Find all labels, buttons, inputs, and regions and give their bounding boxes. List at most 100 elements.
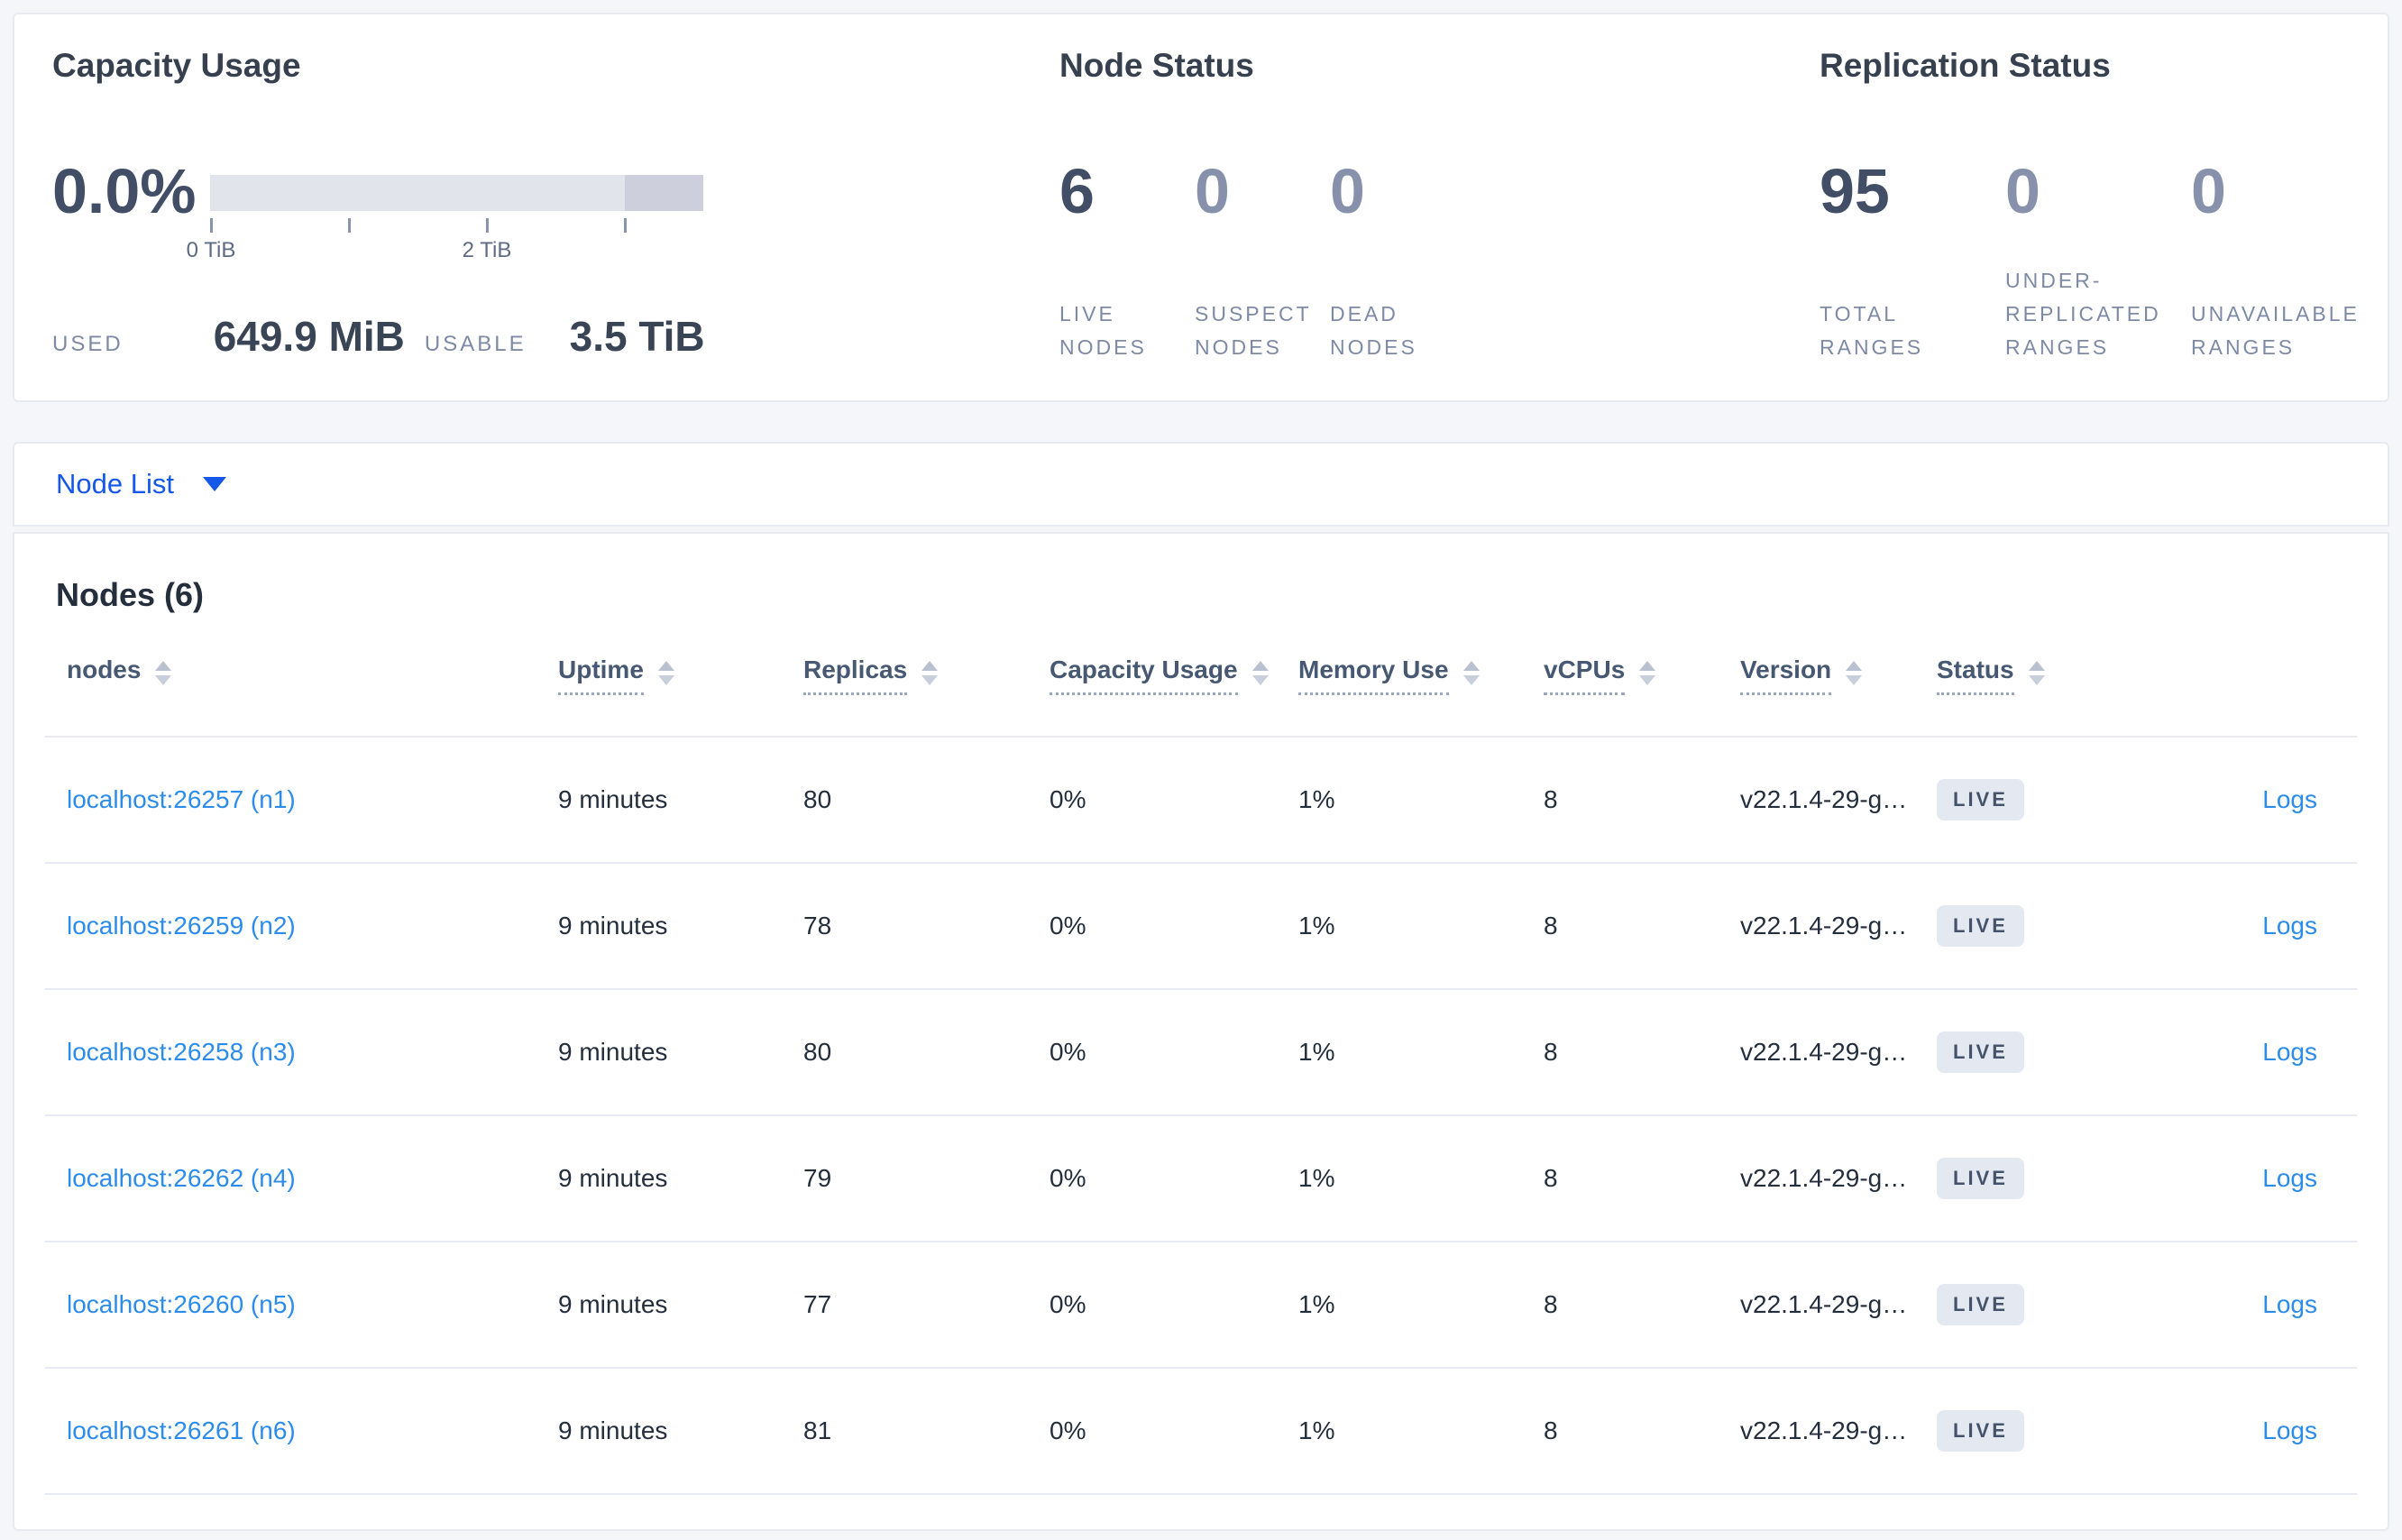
replicas-cell: 80	[803, 1038, 832, 1066]
table-row: localhost:26262 (n4) 9 minutes 79 0% 1% …	[45, 1116, 2357, 1242]
node-link[interactable]: localhost:26258 (n3)	[67, 1038, 296, 1066]
axis-tick-label-2: 2 TiB	[462, 238, 512, 262]
logs-link[interactable]: Logs	[2262, 912, 2317, 940]
sort-icon[interactable]	[1251, 660, 1269, 685]
node-status-title: Node Status	[1059, 47, 1254, 84]
axis-tick	[348, 218, 351, 233]
node-list-dropdown[interactable]: Node List	[56, 468, 226, 500]
replication-status-panel: Replication Status 95 TOTAL RANGES 0 UND…	[1820, 14, 2388, 400]
sort-descending-icon	[1639, 674, 1656, 685]
column-header-label: Replicas	[803, 655, 908, 695]
sort-icon[interactable]	[1639, 660, 1656, 685]
node-link[interactable]: localhost:26260 (n5)	[67, 1290, 296, 1318]
vcpus-cell: 8	[1544, 1038, 1558, 1066]
column-header-label: vCPUs	[1544, 655, 1626, 695]
column-header-label: Capacity Usage	[1050, 655, 1238, 695]
status-badge: LIVE	[1937, 1031, 2024, 1073]
replicas-cell: 77	[803, 1290, 832, 1318]
replicas-cell: 79	[803, 1164, 832, 1192]
replication-status-title: Replication Status	[1820, 47, 2111, 84]
uptime-cell: 9 minutes	[558, 1416, 668, 1444]
sort-icon[interactable]	[921, 660, 939, 685]
column-header-label: Uptime	[558, 655, 644, 695]
capacity-cell: 0%	[1050, 1416, 1086, 1444]
column-header[interactable]: Capacity Usage	[1028, 655, 1277, 695]
sort-icon[interactable]	[1846, 660, 1863, 685]
column-header-label: nodes	[67, 655, 142, 683]
column-header-label: Version	[1740, 655, 1832, 695]
node-link[interactable]: localhost:26261 (n6)	[67, 1416, 296, 1444]
node-status-panel: Node Status 6 LIVE NODES 0 SUSPECT NODES…	[1059, 14, 1820, 400]
table-row: localhost:26260 (n5) 9 minutes 77 0% 1% …	[45, 1242, 2357, 1369]
memory-cell: 1%	[1298, 1416, 1335, 1444]
version-cell: v22.1.4-29-g…	[1740, 1038, 1908, 1066]
used-label: USED	[52, 332, 124, 356]
sort-icon[interactable]	[2028, 660, 2045, 685]
sort-ascending-icon	[1846, 660, 1863, 671]
status-badge: LIVE	[1937, 1284, 2024, 1325]
version-cell: v22.1.4-29-g…	[1740, 1290, 1908, 1318]
status-badge: LIVE	[1937, 779, 2024, 820]
capacity-cell: 0%	[1050, 1164, 1086, 1192]
memory-cell: 1%	[1298, 1290, 1335, 1318]
capacity-bar-dark-segment	[625, 175, 703, 211]
stat-block: 0 UNAVAILABLE RANGES	[2191, 155, 2357, 364]
usable-label: USABLE	[424, 332, 527, 356]
sort-descending-icon	[2028, 674, 2045, 685]
uptime-cell: 9 minutes	[558, 1164, 668, 1192]
node-link[interactable]: localhost:26262 (n4)	[67, 1164, 296, 1192]
uptime-cell: 9 minutes	[558, 1038, 668, 1066]
axis-tick	[486, 218, 489, 233]
stat-value: 6	[1059, 156, 1095, 226]
table-row: localhost:26257 (n1) 9 minutes 80 0% 1% …	[45, 738, 2357, 864]
vcpus-cell: 8	[1544, 1164, 1558, 1192]
replicas-cell: 78	[803, 912, 832, 940]
capacity-used-usable-row: USED 649.9 MiB USABLE 3.5 TiB	[52, 312, 1059, 361]
stat-label: TOTAL RANGES	[1820, 302, 1924, 359]
logs-link[interactable]: Logs	[2262, 1164, 2317, 1192]
column-header-label: Status	[1937, 655, 2014, 695]
axis-tick	[624, 218, 627, 233]
chevron-down-icon	[202, 477, 226, 491]
logs-link[interactable]: Logs	[2262, 1290, 2317, 1318]
sort-icon[interactable]	[155, 660, 172, 685]
capacity-cell: 0%	[1050, 1038, 1086, 1066]
sort-descending-icon	[155, 674, 172, 685]
node-link[interactable]: localhost:26259 (n2)	[67, 912, 296, 940]
column-header[interactable]: Memory Use	[1277, 655, 1522, 695]
column-header[interactable]: Replicas	[782, 655, 1028, 695]
capacity-bar-chart: 0 TiB 2 TiB	[187, 175, 703, 265]
capacity-usage-panel: Capacity Usage 0.0% 0 TiB 2 TiB USED 649…	[14, 14, 1059, 400]
node-link[interactable]: localhost:26257 (n1)	[67, 785, 296, 813]
stat-label: DEAD NODES	[1330, 302, 1417, 359]
stat-label: LIVE NODES	[1059, 302, 1147, 359]
stat-block: 0 UNDER-REPLICATED RANGES	[2005, 155, 2159, 364]
column-header[interactable]: Status	[1915, 655, 2126, 695]
vcpus-cell: 8	[1544, 785, 1558, 813]
uptime-cell: 9 minutes	[558, 785, 668, 813]
capacity-usage-title: Capacity Usage	[52, 47, 301, 84]
stat-block: 0 SUSPECT NODES	[1195, 155, 1308, 364]
column-header[interactable]: vCPUs	[1522, 655, 1719, 695]
nodes-table-body: localhost:26257 (n1) 9 minutes 80 0% 1% …	[45, 738, 2357, 1495]
sort-icon[interactable]	[657, 660, 674, 685]
memory-cell: 1%	[1298, 785, 1335, 813]
sort-icon[interactable]	[1462, 660, 1480, 685]
status-badge: LIVE	[1937, 905, 2024, 947]
stat-value: 0	[1330, 156, 1365, 226]
node-status-stats: 6 LIVE NODES 0 SUSPECT NODES 0 DEAD NODE…	[1059, 155, 1820, 364]
sort-descending-icon	[1846, 674, 1863, 685]
column-header[interactable]: Uptime	[536, 655, 782, 695]
column-header[interactable]: nodes	[45, 655, 536, 695]
column-header[interactable]: Version	[1719, 655, 1915, 695]
logs-link[interactable]: Logs	[2262, 1038, 2317, 1066]
memory-cell: 1%	[1298, 1164, 1335, 1192]
stat-block: 95 TOTAL RANGES	[1820, 155, 1973, 364]
usable-value: 3.5 TiB	[569, 313, 705, 360]
logs-link[interactable]: Logs	[2262, 1416, 2317, 1444]
sort-ascending-icon	[155, 660, 172, 671]
logs-link[interactable]: Logs	[2262, 785, 2317, 813]
nodes-table: nodes Uptime Replicas Capacity Usage Mem…	[45, 615, 2357, 1495]
vcpus-cell: 8	[1544, 912, 1558, 940]
stat-value: 0	[2191, 156, 2226, 226]
